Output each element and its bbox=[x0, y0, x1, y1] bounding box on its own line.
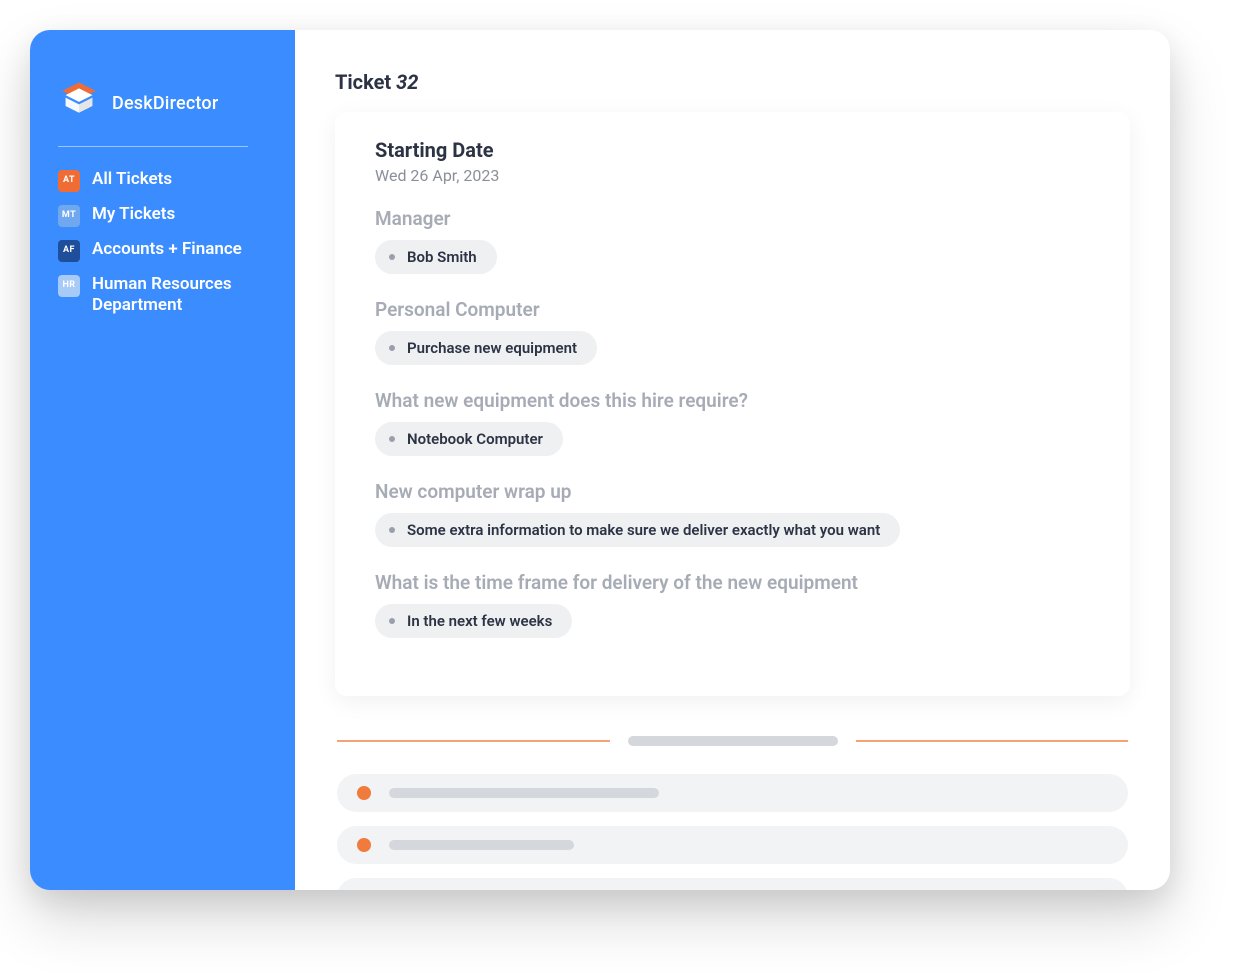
field-value-pill: Bob Smith bbox=[375, 240, 497, 274]
field-label: What is the time frame for delivery of t… bbox=[375, 571, 1090, 594]
field-value-pill: Notebook Computer bbox=[375, 422, 563, 456]
card-date: Wed 26 Apr, 2023 bbox=[375, 166, 1090, 185]
placeholder-bar bbox=[389, 788, 659, 798]
field-value: Purchase new equipment bbox=[407, 339, 577, 357]
sidebar-item-af[interactable]: AF Accounts + Finance bbox=[58, 239, 267, 262]
sidebar-item-hr[interactable]: HR Human Resources Department bbox=[58, 274, 267, 317]
brand-logo-icon bbox=[58, 80, 100, 126]
sidebar-item-at[interactable]: AT All Tickets bbox=[58, 169, 267, 192]
field-value: Some extra information to make sure we d… bbox=[407, 521, 880, 539]
bullet-icon bbox=[389, 436, 395, 442]
sidebar-item-label: Accounts + Finance bbox=[92, 239, 242, 260]
app-window: DeskDirector AT All Tickets MT My Tickets AF… bbox=[30, 30, 1170, 890]
main-content: Ticket 32 Starting Date Wed 26 Apr, 2023… bbox=[295, 30, 1170, 890]
placeholder-section bbox=[335, 736, 1130, 890]
sidebar-nav: AT All Tickets MT My Tickets AF Accounts + Fi… bbox=[58, 169, 267, 317]
field-label: Manager bbox=[375, 207, 1090, 230]
field-value-pill: Purchase new equipment bbox=[375, 331, 597, 365]
placeholder-dot-icon bbox=[357, 786, 371, 800]
placeholder-dot-icon bbox=[357, 838, 371, 852]
page-title: Ticket 32 bbox=[335, 70, 1130, 94]
sidebar: DeskDirector AT All Tickets MT My Tickets AF… bbox=[30, 30, 295, 890]
sidebar-divider bbox=[58, 146, 248, 147]
placeholder-title-bar bbox=[628, 736, 838, 746]
placeholder-row bbox=[337, 878, 1128, 890]
field-value-pill: In the next few weeks bbox=[375, 604, 572, 638]
bullet-icon bbox=[389, 527, 395, 533]
placeholder-row bbox=[337, 774, 1128, 812]
placeholder-row bbox=[337, 826, 1128, 864]
placeholder-rule-left bbox=[337, 740, 610, 742]
sidebar-badge: AF bbox=[58, 240, 80, 262]
placeholder-header bbox=[337, 736, 1128, 746]
ticket-fields: Manager Bob Smith Personal Computer Purchas… bbox=[375, 207, 1090, 662]
brand-name: DeskDirector bbox=[112, 93, 218, 114]
sidebar-item-label: My Tickets bbox=[92, 204, 175, 225]
ticket-title-prefix: Ticket bbox=[335, 70, 391, 94]
sidebar-item-label: All Tickets bbox=[92, 169, 172, 190]
sidebar-badge: HR bbox=[58, 275, 80, 297]
field-label: New computer wrap up bbox=[375, 480, 1090, 503]
placeholder-bar bbox=[389, 840, 574, 850]
field-value: In the next few weeks bbox=[407, 612, 552, 630]
field-label: Personal Computer bbox=[375, 298, 1090, 321]
placeholder-rows bbox=[337, 774, 1128, 890]
sidebar-item-label: Human Resources Department bbox=[92, 274, 267, 317]
sidebar-item-mt[interactable]: MT My Tickets bbox=[58, 204, 267, 227]
field-label: What new equipment does this hire requir… bbox=[375, 389, 1090, 412]
field-value: Notebook Computer bbox=[407, 430, 543, 448]
ticket-card: Starting Date Wed 26 Apr, 2023 Manager Bo… bbox=[335, 112, 1130, 696]
bullet-icon bbox=[389, 345, 395, 351]
brand: DeskDirector bbox=[58, 80, 267, 126]
ticket-number: 32 bbox=[396, 70, 418, 94]
card-heading: Starting Date bbox=[375, 138, 1090, 162]
placeholder-rule-right bbox=[856, 740, 1129, 742]
sidebar-badge: MT bbox=[58, 205, 80, 227]
field-value: Bob Smith bbox=[407, 248, 477, 266]
sidebar-badge: AT bbox=[58, 170, 80, 192]
bullet-icon bbox=[389, 618, 395, 624]
field-value-pill: Some extra information to make sure we d… bbox=[375, 513, 900, 547]
bullet-icon bbox=[389, 254, 395, 260]
